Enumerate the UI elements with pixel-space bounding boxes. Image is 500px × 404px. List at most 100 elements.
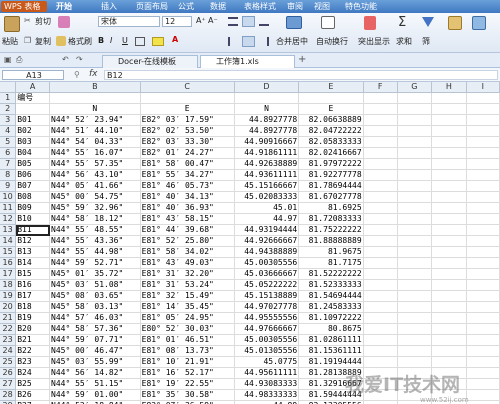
cell[interactable]: 81.72083333 [298,213,364,225]
cell[interactable]: N45° 58′ 03.13" [49,301,141,313]
cell[interactable]: 45.00305556 [234,257,300,269]
row-header[interactable]: 28 [0,389,17,401]
row-header[interactable]: 21 [0,312,17,324]
cell[interactable]: E81° 32′ 15.49" [140,290,235,302]
cell[interactable]: B17 [15,290,51,302]
cell[interactable]: B26 [15,389,51,401]
column-header-h[interactable]: H [431,82,467,93]
cell[interactable]: 81.10972222 [298,312,364,324]
cell[interactable] [466,191,500,203]
cell[interactable] [363,235,398,247]
row-header[interactable]: 20 [0,301,17,313]
cell[interactable] [466,103,500,115]
cell[interactable]: 45.05222222 [234,279,300,291]
row-header[interactable]: 22 [0,323,17,335]
cell[interactable] [466,125,500,137]
cell[interactable]: 81.52333333 [298,279,364,291]
cell[interactable] [466,114,500,126]
cell[interactable]: B06 [15,169,51,181]
format-painter-icon[interactable] [56,36,66,46]
column-header-c[interactable]: C [140,82,235,93]
align-middle-icon[interactable] [242,16,255,27]
cell[interactable]: E82° 03′ 17.59" [140,114,235,126]
cell[interactable]: N44° 56′ 14.82" [49,367,141,379]
select-all-corner[interactable] [0,82,17,93]
row-header[interactable]: 10 [0,191,17,203]
font-name-select[interactable]: 宋体 [98,16,160,27]
undo-icon[interactable]: ↶ [62,55,69,64]
cell[interactable] [397,202,433,214]
cell[interactable] [431,169,467,181]
cell[interactable] [397,92,433,104]
cell[interactable]: 44.94388889 [234,246,300,258]
row-header[interactable]: 6 [0,147,17,159]
column-header-e[interactable]: E [298,82,364,93]
cell[interactable]: E82° 07′ 36.59" [140,400,235,404]
cell[interactable]: 81.15361111 [298,345,364,357]
cell[interactable] [49,92,141,104]
grow-font-icon[interactable]: A⁺ [196,16,206,25]
cell[interactable]: 81.02861111 [298,334,364,346]
cell[interactable]: E82° 03′ 33.30" [140,136,235,148]
cell[interactable]: E81° 08′ 13.73" [140,345,235,357]
cell[interactable]: E81° 14′ 35.45" [140,301,235,313]
cell[interactable]: B25 [15,378,51,390]
cell[interactable] [466,345,500,357]
cell[interactable] [466,136,500,148]
cell[interactable]: 44.8927778 [234,114,300,126]
merge-center-button[interactable]: 合并居中 [276,36,308,47]
cell[interactable] [363,279,398,291]
cell[interactable]: 44.95555556 [234,312,300,324]
cell[interactable]: E [298,103,364,115]
cell[interactable] [466,389,500,401]
cell[interactable]: 45.01 [234,202,300,214]
cell[interactable] [397,290,433,302]
cell[interactable] [363,268,398,280]
cell[interactable] [363,345,398,357]
cell[interactable]: E81° 43′ 49.03" [140,257,235,269]
cell[interactable]: 44.90916667 [234,136,300,148]
cell[interactable] [397,147,433,159]
border-icon[interactable] [135,37,145,46]
cell[interactable]: N45° 00′ 46.47" [49,345,141,357]
cell[interactable]: B11 [15,224,51,236]
cell[interactable]: 44.92638889 [234,158,300,170]
row-header[interactable]: 4 [0,125,17,137]
cell[interactable] [363,158,398,170]
cell[interactable] [431,301,467,313]
column-header-a[interactable]: A [15,82,51,93]
cell[interactable] [397,301,433,313]
cell[interactable]: 44.97027778 [234,301,300,313]
cell[interactable]: N44° 58′ 57.36" [49,323,141,335]
sum-button[interactable]: 求和 [396,36,412,47]
cell[interactable] [431,114,467,126]
cell[interactable]: N44° 56′ 43.10" [49,169,141,181]
cell[interactable] [397,334,433,346]
cell[interactable]: E81° 01′ 46.51" [140,334,235,346]
cell[interactable]: B14 [15,257,51,269]
cell[interactable]: 82.13305556 [298,400,364,404]
row-header[interactable]: 9 [0,180,17,192]
cell[interactable] [363,257,398,269]
row-header[interactable]: 12 [0,213,17,225]
cell[interactable] [466,169,500,181]
cell[interactable]: N44° 52′ 18.84" [49,400,141,404]
cell[interactable] [431,334,467,346]
cell[interactable] [431,323,467,335]
cell[interactable]: N [49,103,141,115]
cell[interactable]: E [140,103,235,115]
menu-table-style[interactable]: 表格样式 [244,0,276,13]
cell[interactable]: E81° 31′ 32.20" [140,268,235,280]
cell[interactable] [363,169,398,181]
cell[interactable]: 44.97666667 [234,323,300,335]
cell[interactable] [431,356,467,368]
cell[interactable] [466,246,500,258]
cell[interactable] [431,246,467,258]
cell[interactable]: B05 [15,158,51,170]
cell[interactable] [397,125,433,137]
cell[interactable] [363,202,398,214]
cell[interactable] [397,356,433,368]
cell[interactable]: E81° 35′ 30.58" [140,389,235,401]
cell[interactable] [431,191,467,203]
cell[interactable]: E81° 16′ 52.17" [140,367,235,379]
